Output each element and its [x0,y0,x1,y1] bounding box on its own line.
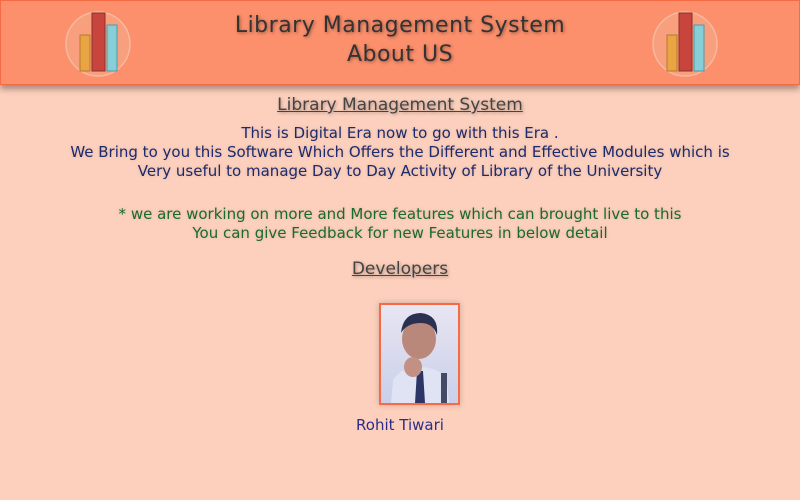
developer-name: Rohit Tiwari [356,416,444,434]
about-text: This is Digital Era now to go with this … [0,124,800,181]
about-heading: Library Management System [277,95,523,115]
about-line: We Bring to you this Software Which Offe… [70,143,730,161]
note-line: You can give Feedback for new Features i… [192,224,608,242]
person-avatar-icon [391,313,449,403]
feature-note: * we are working on more and More featur… [0,205,800,243]
note-line: * we are working on more and More featur… [118,205,682,223]
about-line: This is Digital Era now to go with this … [241,124,559,142]
books-icon [652,11,718,77]
header: Library Management System About US [0,0,800,85]
developer-photo [379,303,460,405]
developers-heading: Developers [351,259,449,279]
about-line: Very useful to manage Day to Day Activit… [137,162,663,180]
